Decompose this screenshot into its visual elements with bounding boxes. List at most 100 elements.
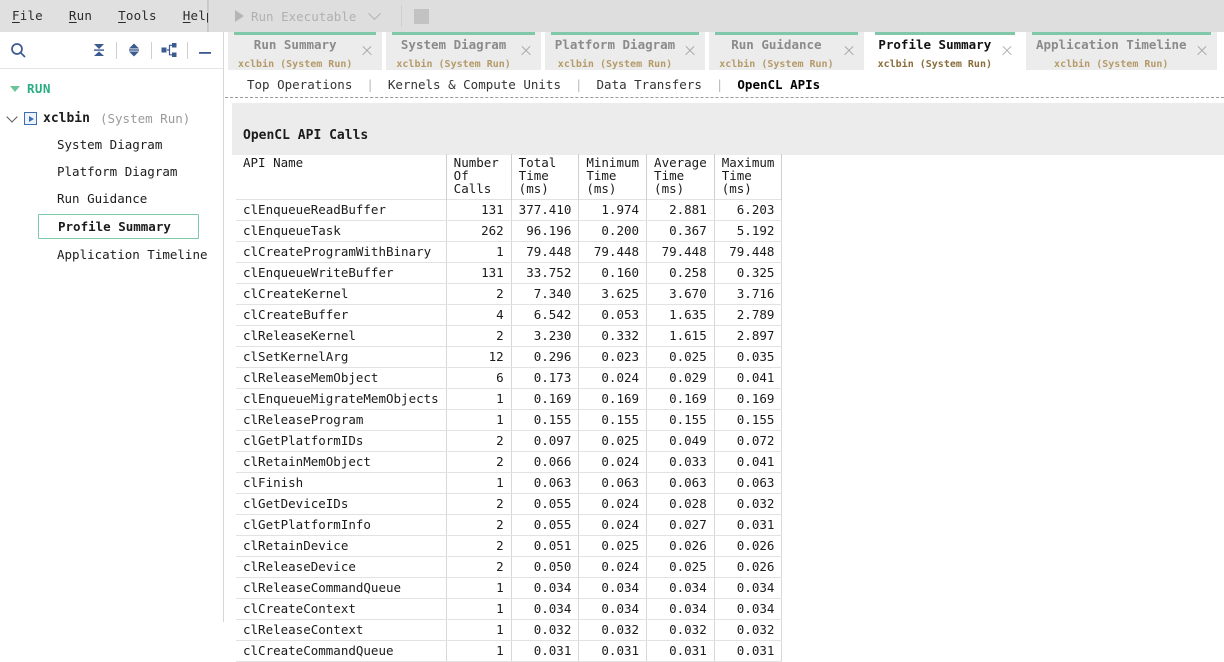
subtab-data-transfers[interactable]: Data Transfers [583, 77, 716, 92]
cell-total-time: 0.055 [511, 514, 580, 537]
column-header-maximum-time[interactable]: Maximum Time (ms) [714, 154, 783, 200]
subtab-kernels-compute-units[interactable]: Kernels & Compute Units [374, 77, 575, 92]
minimize-icon[interactable] [197, 42, 213, 58]
sidebar-item-run-guidance[interactable]: Run Guidance [0, 185, 223, 212]
sidebar-item-application-timeline[interactable]: Application Timeline [0, 241, 223, 268]
table-row[interactable]: clEnqueueReadBuffer 131 377.410 1.974 2.881 6… [236, 199, 783, 222]
menu-run[interactable]: Run [69, 9, 92, 23]
expand-collapse-icon[interactable] [126, 42, 142, 58]
table-row[interactable]: clGetPlatformIDs 2 0.097 0.025 0.049 0.072 [236, 430, 783, 453]
table-row[interactable]: clReleaseProgram 1 0.155 0.155 0.155 0.155 [236, 409, 783, 432]
column-header-api-name[interactable]: API Name [236, 154, 447, 200]
close-icon[interactable] [683, 44, 697, 58]
cell-minimum-time: 0.169 [578, 388, 648, 411]
cell-total-time: 0.031 [511, 640, 580, 662]
column-header-minimum-time[interactable]: Minimum Time (ms) [578, 154, 648, 200]
subtab-top-operations[interactable]: Top Operations [233, 77, 366, 92]
column-header-total-time[interactable]: Total Time (ms) [511, 154, 580, 200]
tree-root-xclbin[interactable]: xclbin (System Run) [0, 106, 223, 131]
stop-button[interactable] [414, 8, 430, 24]
cell-number-of-calls: 1 [446, 409, 512, 432]
menu-file[interactable]: File [12, 9, 43, 23]
column-header-number-of-calls[interactable]: Number Of Calls [446, 154, 512, 200]
cell-api-name: clReleaseCommandQueue [236, 577, 447, 600]
close-icon[interactable] [1195, 44, 1209, 58]
opencl-api-calls-table: OpenCL API Calls API Name Number Of Call… [236, 128, 783, 662]
cell-average-time: 0.028 [646, 493, 715, 516]
tab-profile-summary[interactable]: Profile Summary xclbin (System Run) [867, 32, 1022, 70]
table-row[interactable]: clReleaseKernel 2 3.230 0.332 1.615 2.897 [236, 325, 783, 348]
tab-run-guidance[interactable]: Run Guidance xclbin (System Run) [709, 32, 864, 70]
table-row[interactable]: clReleaseDevice 2 0.050 0.024 0.025 0.026 [236, 556, 783, 579]
tab-texts: Run Summary xclbin (System Run) [238, 31, 352, 71]
cell-maximum-time: 0.041 [714, 451, 783, 474]
cell-api-name: clCreateBuffer [236, 304, 447, 327]
tab-accent-bar [550, 32, 700, 35]
cell-api-name: clGetDeviceIDs [236, 493, 447, 516]
table-header-row: API Name Number Of Calls Total Time (ms)… [236, 154, 783, 200]
sidebar-item-profile-summary[interactable]: Profile Summary [38, 214, 199, 239]
hierarchy-icon[interactable] [161, 42, 178, 58]
cell-number-of-calls: 1 [446, 577, 512, 600]
sidebar-item-system-diagram[interactable]: System Diagram [0, 131, 223, 158]
column-header-average-time[interactable]: Average Time (ms) [646, 154, 715, 200]
cell-number-of-calls: 1 [446, 619, 512, 642]
table-row[interactable]: clCreateContext 1 0.034 0.034 0.034 0.034 [236, 598, 783, 621]
search-icon[interactable] [10, 42, 27, 59]
cell-api-name: clEnqueueTask [236, 220, 447, 243]
cell-minimum-time: 0.024 [578, 493, 648, 516]
table-row[interactable]: clCreateProgramWithBinary 1 79.448 79.448 79… [236, 241, 783, 264]
chevron-down-icon[interactable] [6, 111, 18, 123]
table-row[interactable]: clEnqueueWriteBuffer 131 33.752 0.160 0.258 0… [236, 262, 783, 285]
table-row[interactable]: clEnqueueTask 262 96.196 0.200 0.367 5.192 [236, 220, 783, 243]
sidebar-item-platform-diagram[interactable]: Platform Diagram [0, 158, 223, 185]
cell-minimum-time: 3.625 [578, 283, 648, 306]
table-row[interactable]: clGetDeviceIDs 2 0.055 0.024 0.028 0.032 [236, 493, 783, 516]
cell-average-time: 0.025 [646, 346, 715, 369]
cell-maximum-time: 0.169 [714, 388, 783, 411]
cell-minimum-time: 0.200 [578, 220, 648, 243]
cell-number-of-calls: 2 [446, 514, 512, 537]
table-row[interactable]: clFinish 1 0.063 0.063 0.063 0.063 [236, 472, 783, 495]
cell-minimum-time: 0.160 [578, 262, 648, 285]
cell-average-time: 0.027 [646, 514, 715, 537]
table-row[interactable]: clCreateCommandQueue 1 0.031 0.031 0.031 0.03… [236, 640, 783, 662]
tab-run-summary[interactable]: Run Summary xclbin (System Run) [228, 31, 383, 71]
table-row[interactable]: clEnqueueMigrateMemObjects 1 0.169 0.169 0.1… [236, 388, 783, 411]
chevron-down-icon[interactable] [368, 6, 382, 20]
cell-number-of-calls: 2 [446, 325, 512, 348]
close-icon[interactable] [360, 44, 374, 58]
tab-platform-diagram[interactable]: Platform Diagram xclbin (System Run) [544, 32, 706, 70]
close-icon[interactable] [1000, 44, 1014, 58]
cell-number-of-calls: 262 [446, 220, 512, 243]
table-row[interactable]: clSetKernelArg 12 0.296 0.023 0.025 0.035 [236, 346, 783, 369]
cell-total-time: 0.169 [511, 388, 580, 411]
table-row[interactable]: clReleaseContext 1 0.032 0.032 0.032 0.032 [236, 619, 783, 642]
cell-maximum-time: 0.155 [714, 409, 783, 432]
tab-system-diagram[interactable]: System Diagram xclbin (System Run) [386, 32, 541, 70]
tab-accent-bar [392, 32, 535, 35]
tab-subtitle: xclbin (System Run) [396, 59, 511, 70]
run-executable-label[interactable]: Run Executable [251, 9, 356, 24]
tab-title: Profile Summary [878, 37, 992, 53]
cell-total-time: 0.155 [511, 409, 580, 432]
close-icon[interactable] [519, 44, 533, 58]
cell-number-of-calls: 2 [446, 451, 512, 474]
cell-number-of-calls: 2 [446, 556, 512, 579]
subtab-opencl-apis[interactable]: OpenCL APIs [723, 77, 834, 92]
table-row[interactable]: clCreateKernel 2 7.340 3.625 3.670 3.716 [236, 283, 783, 306]
tree-section-run[interactable]: RUN [0, 77, 223, 100]
close-icon[interactable] [842, 44, 856, 58]
menu-tools[interactable]: Tools [118, 9, 157, 23]
table-row[interactable]: clRetainMemObject 2 0.066 0.024 0.033 0.041 [236, 451, 783, 474]
table-row[interactable]: clGetPlatformInfo 2 0.055 0.024 0.027 0.031 [236, 514, 783, 537]
collapse-all-icon[interactable] [91, 42, 107, 58]
cell-total-time: 79.448 [511, 241, 580, 264]
tab-application-timeline[interactable]: Application Timeline xclbin (System Run) [1025, 32, 1217, 70]
table-row[interactable]: clRetainDevice 2 0.051 0.025 0.026 0.026 [236, 535, 783, 558]
table-row[interactable]: clReleaseMemObject 6 0.173 0.024 0.029 0.041 [236, 367, 783, 390]
cell-minimum-time: 0.034 [578, 577, 648, 600]
table-row[interactable]: clCreateBuffer 4 6.542 0.053 1.635 2.789 [236, 304, 783, 327]
table-row[interactable]: clReleaseCommandQueue 1 0.034 0.034 0.034 0.0… [236, 577, 783, 600]
sidebar-item-label: Platform Diagram [57, 164, 178, 179]
